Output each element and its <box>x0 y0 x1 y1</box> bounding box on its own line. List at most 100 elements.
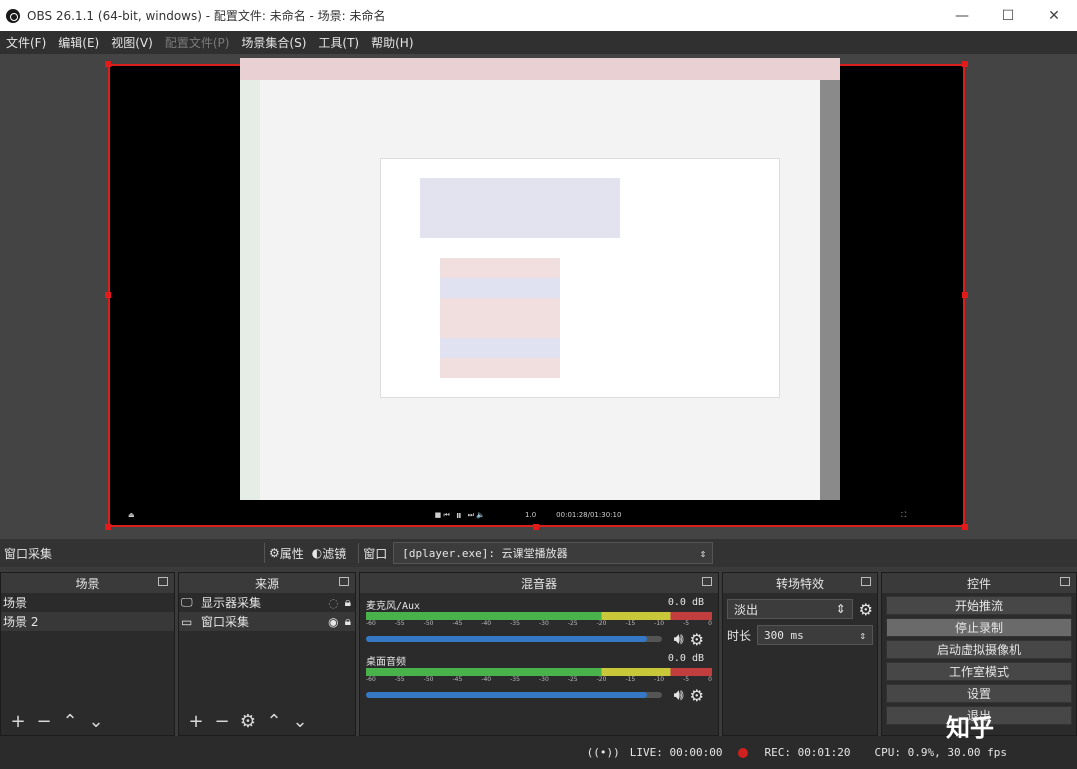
audio-meter <box>366 668 712 676</box>
channel-name: 桌面音频 <box>366 657 406 668</box>
float-icon[interactable] <box>1060 577 1070 586</box>
move-down-icon[interactable]: ⌄ <box>287 711 313 732</box>
sources-dock: 来源 🖵 显示器采集 ◌ 🔒︎ ▭ 窗口采集 ◉ 🔒︎ + − ⚙ ⌃ ⌄ <box>178 572 356 736</box>
properties-button[interactable]: ⚙ 属性 <box>269 545 304 562</box>
recording-indicator: REC: 00:01:20 <box>738 746 851 759</box>
menu-file[interactable]: 文件(F) <box>0 34 52 51</box>
speaker-icon[interactable]: 🔊︎ <box>674 629 684 649</box>
lock-icon[interactable]: 🔒︎ <box>345 614 351 629</box>
move-down-icon[interactable]: ⌄ <box>83 711 109 732</box>
volume-slider[interactable] <box>366 692 662 698</box>
float-icon[interactable] <box>339 577 349 586</box>
channel-db: 0.0 dB <box>667 653 704 664</box>
menu-profile[interactable]: 配置文件(P) <box>159 34 236 51</box>
float-icon[interactable] <box>861 577 871 586</box>
rec-status: REC: 00:01:20 <box>764 746 851 759</box>
scene-item[interactable]: 场景 2 <box>1 612 174 631</box>
minimize-button[interactable]: — <box>939 0 985 31</box>
mixer-title: 混音器 <box>520 576 557 591</box>
duration-input[interactable]: 300 ms ⇕ <box>757 625 873 645</box>
float-icon[interactable] <box>158 577 168 586</box>
remove-icon[interactable]: − <box>31 711 57 732</box>
studio-mode-button[interactable]: 工作室模式 <box>886 662 1072 681</box>
menu-edit[interactable]: 编辑(E) <box>52 34 105 51</box>
transition-value: 淡出 <box>734 602 759 617</box>
gear-icon[interactable]: ⚙ <box>690 686 704 705</box>
move-up-icon[interactable]: ⌃ <box>57 711 83 732</box>
mixer-channel: 桌面音频 0.0 dB -60 -55 -50 -45 -40 -35 -30 -25 -20-… <box>360 649 718 705</box>
combo-arrow-icon: ⇕ <box>699 546 707 560</box>
gear-icon[interactable]: ⚙ <box>690 630 704 649</box>
transition-select[interactable]: 淡出 ⇕ <box>727 599 853 619</box>
gear-icon[interactable]: ⚙ <box>235 711 261 732</box>
gear-icon[interactable]: ⚙ <box>859 600 873 619</box>
duration-value: 300 ms <box>764 628 804 642</box>
resize-handle[interactable] <box>105 61 111 67</box>
mixer-channel: 麦克风/Aux 0.0 dB -60 -55 -50 -45 -40 -35 -30 -25-… <box>360 593 718 649</box>
source-item[interactable]: ▭ 窗口采集 ◉ 🔒︎ <box>179 612 355 631</box>
lock-icon[interactable]: 🔒︎ <box>345 595 351 610</box>
duration-label: 时长 <box>727 628 752 643</box>
source-item[interactable]: 🖵 显示器采集 ◌ 🔒︎ <box>179 593 355 612</box>
menu-help[interactable]: 帮助(H) <box>365 34 419 51</box>
window-select[interactable]: [dplayer.exe]: 云课堂播放器 ⇕ <box>393 542 714 564</box>
title-bar: OBS 26.1.1 (64-bit, windows) - 配置文件: 未命名… <box>0 0 1077 31</box>
window-select-value: [dplayer.exe]: 云课堂播放器 <box>402 547 568 560</box>
virtual-camera-button[interactable]: 启动虚拟摄像机 <box>886 640 1072 659</box>
resize-handle[interactable] <box>962 61 968 67</box>
live-status: LIVE: 00:00:00 <box>629 746 723 759</box>
eye-icon[interactable]: ◉ <box>328 615 338 629</box>
remove-icon[interactable]: − <box>209 711 235 732</box>
playback-time: 00:01:28/01:30:10 <box>556 511 622 519</box>
stop-recording-button[interactable]: 停止录制 <box>886 618 1072 637</box>
combo-arrow-icon: ⇕ <box>835 602 846 616</box>
player-controls: ⏏ ■ ⏮ ⏸ ⏭ 🔈 1.0 00:01:28/01:30:10 ⛶ <box>110 505 963 525</box>
gear-icon: ⚙ <box>269 546 280 560</box>
transitions-title: 转场特效 <box>775 576 824 591</box>
add-icon[interactable]: + <box>183 711 209 732</box>
scene-item[interactable]: 场景 <box>1 593 174 612</box>
sources-title: 来源 <box>254 576 279 591</box>
window-title: OBS 26.1.1 (64-bit, windows) - 配置文件: 未命名… <box>27 9 386 23</box>
menu-tools[interactable]: 工具(T) <box>312 34 365 51</box>
broadcast-icon: ((•)) <box>586 746 620 759</box>
source-label: 显示器采集 <box>201 596 262 610</box>
resize-handle[interactable] <box>962 292 968 298</box>
pause-icon: ⏸ <box>455 507 462 522</box>
controls-title: 控件 <box>966 576 991 591</box>
watermark-logo: 知乎 <box>946 714 994 742</box>
playback-speed: 1.0 <box>525 511 537 519</box>
scenes-title: 场景 <box>75 576 100 591</box>
settings-button[interactable]: 设置 <box>886 684 1072 703</box>
obs-logo-icon <box>6 8 20 23</box>
properties-label: 属性 <box>279 546 304 561</box>
captured-window-content <box>240 58 840 500</box>
meter-ticks: -60 -55 -50 -45 -40 -35 -30 -25 -20 -15 -10 -5 0 <box>366 620 712 627</box>
filters-button[interactable]: ◐ 滤镜 <box>312 545 347 562</box>
volume-slider[interactable] <box>366 636 662 642</box>
menu-scene-collection[interactable]: 场景集合(S) <box>235 34 312 51</box>
resize-handle[interactable] <box>105 292 111 298</box>
stop-icon: ■ ⏮ <box>434 510 450 519</box>
menu-view[interactable]: 视图(V) <box>105 34 159 51</box>
maximize-button[interactable]: ☐ <box>985 0 1031 31</box>
close-button[interactable]: ✕ <box>1031 0 1077 31</box>
eye-hidden-icon[interactable]: ◌ <box>328 596 338 610</box>
next-icon: ⏭ 🔈 <box>467 510 486 519</box>
window-label: 窗口 <box>363 546 388 561</box>
start-streaming-button[interactable]: 开始推流 <box>886 596 1072 615</box>
filter-icon: ◐ <box>311 546 323 560</box>
move-up-icon[interactable]: ⌃ <box>261 711 287 732</box>
speaker-icon[interactable]: 🔊︎ <box>674 685 684 705</box>
fullscreen-icon: ⛶ <box>901 510 907 519</box>
channel-name: 麦克风/Aux <box>366 601 421 612</box>
float-icon[interactable] <box>702 577 712 586</box>
spin-arrows-icon[interactable]: ⇕ <box>859 629 866 642</box>
record-dot-icon <box>738 748 749 758</box>
add-icon[interactable]: + <box>5 711 31 732</box>
mixer-dock: 混音器 麦克风/Aux 0.0 dB -60 -55 -50 -45 -40 -35 -30… <box>359 572 719 736</box>
scenes-dock: 场景 场景 场景 2 + − ⌃ ⌄ <box>0 572 175 736</box>
window-icon: ▭ <box>181 614 193 629</box>
menu-bar: 文件(F) 编辑(E) 视图(V) 配置文件(P) 场景集合(S) 工具(T) … <box>0 31 1077 54</box>
source-toolbar: 窗口采集 ⚙ 属性 ◐ 滤镜 窗口 [dplayer.exe]: 云课堂播放器 ⇕ <box>0 539 1077 567</box>
